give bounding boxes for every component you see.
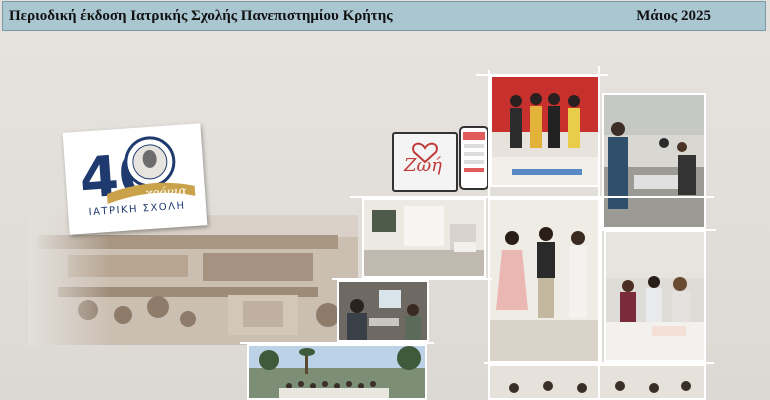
photo-students-group bbox=[490, 75, 600, 187]
collage-frame-line bbox=[488, 70, 490, 400]
collage-frame-line bbox=[476, 74, 608, 76]
app-name: Ζωή bbox=[404, 155, 442, 176]
photo-cpr-practice bbox=[604, 230, 706, 362]
photo-oath-ceremony bbox=[488, 198, 602, 363]
collage-frame-line bbox=[598, 229, 716, 231]
anniversary-logo: 40 χρόνια ΙΑΤΡΙΚΗ ΣΧΟΛΗ bbox=[62, 123, 208, 235]
collage-frame-line bbox=[484, 362, 714, 364]
phone-mockup bbox=[459, 126, 489, 190]
photo-graduates-theater bbox=[247, 344, 427, 400]
collage-frame-line bbox=[350, 196, 714, 198]
collage-frame-line bbox=[332, 278, 492, 280]
issue-date: Μάιος 2025 bbox=[636, 8, 711, 24]
photo-simulation-room bbox=[362, 198, 486, 278]
photo-computer-lab bbox=[337, 280, 429, 342]
collage-frame-line bbox=[598, 66, 600, 400]
logo-script-word: χρόνια bbox=[144, 183, 188, 200]
photo-event-audience bbox=[488, 364, 706, 400]
photo-lab-training bbox=[602, 93, 706, 229]
header-bar: Περιοδική έκδοση Ιατρικής Σχολής Πανεπισ… bbox=[2, 1, 766, 31]
collage-frame-line bbox=[240, 342, 434, 344]
publication-title: Περιοδική έκδοση Ιατρικής Σχολής Πανεπισ… bbox=[9, 8, 393, 24]
campus-aerial-photo bbox=[28, 215, 358, 345]
